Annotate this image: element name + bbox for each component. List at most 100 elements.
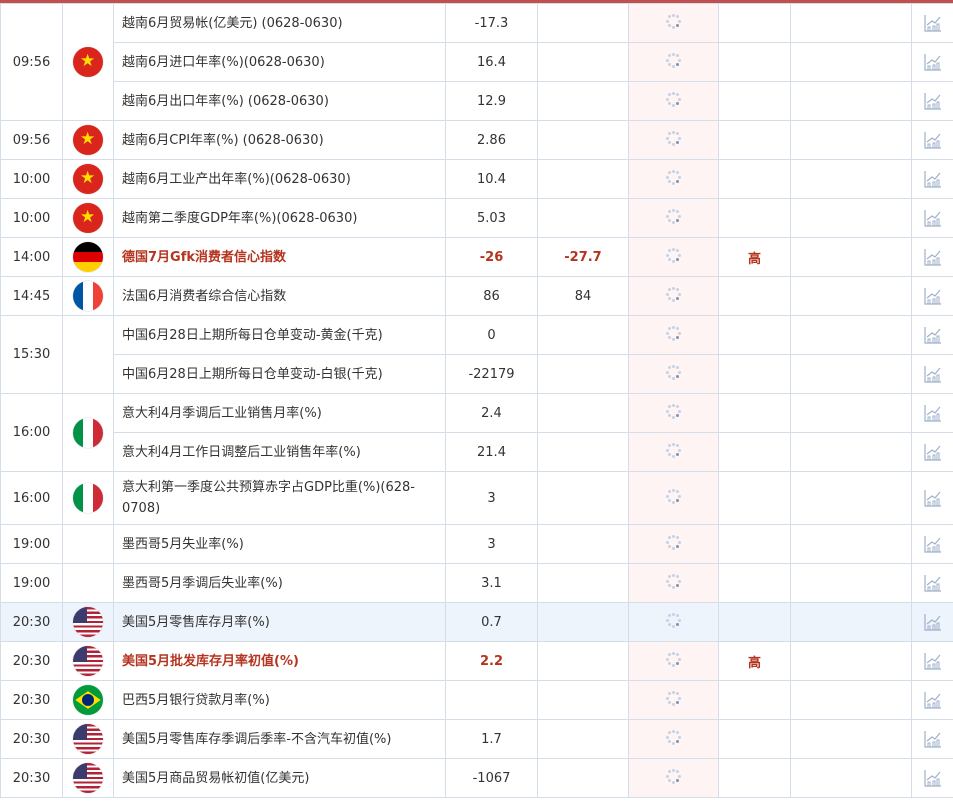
chart-icon[interactable]: [912, 247, 953, 267]
chart-icon[interactable]: [912, 651, 953, 671]
event-name[interactable]: 墨西哥5月季调后失业率(%): [113, 563, 446, 603]
table-row[interactable]: 意大利4月工作日调整后工业销售年率(%) 21.4: [1, 432, 953, 472]
previous-value: 86: [445, 276, 538, 316]
chart-cell[interactable]: [911, 81, 953, 121]
event-name[interactable]: 意大利4月工作日调整后工业销售年率(%): [113, 432, 446, 472]
event-name[interactable]: 越南6月CPI年率(%) (0628-0630): [113, 120, 446, 160]
interpretation-cell: [790, 680, 912, 720]
table-row[interactable]: 10:00 ★ 越南6月工业产出年率(%)(0628-0630) 10.4: [0, 159, 953, 199]
chart-icon[interactable]: [912, 573, 953, 593]
actual-value: [628, 159, 719, 199]
chart-icon[interactable]: [912, 364, 953, 384]
chart-cell[interactable]: [911, 471, 953, 525]
table-row[interactable]: 20:30 美国5月批发库存月率初值(%) 2.2 高: [0, 641, 953, 681]
event-name[interactable]: 中国6月28日上期所每日仓单变动-白银(千克): [113, 354, 446, 394]
interpretation-cell: [790, 42, 912, 82]
chart-icon[interactable]: [912, 729, 953, 749]
chart-cell[interactable]: [911, 198, 953, 238]
chart-icon[interactable]: [912, 130, 953, 150]
time-cell: 20:30: [0, 758, 63, 798]
table-row[interactable]: 19:00 墨西哥5月季调后失业率(%) 3.1: [0, 563, 953, 603]
chart-icon[interactable]: [912, 91, 953, 111]
event-name[interactable]: 越南6月出口年率(%) (0628-0630): [113, 81, 446, 121]
event-name[interactable]: 美国5月零售库存季调后季率-不含汽车初值(%): [113, 719, 446, 759]
chart-icon[interactable]: [912, 403, 953, 423]
event-name[interactable]: 法国6月消费者综合信心指数: [113, 276, 446, 316]
table-row[interactable]: 09:56 ★ 越南6月贸易帐(亿美元) (0628-0630) -17.3: [0, 3, 953, 121]
chart-icon[interactable]: [912, 442, 953, 462]
chart-icon[interactable]: [912, 612, 953, 632]
forecast-value: [537, 198, 629, 238]
loading-spinner-icon: [666, 13, 682, 29]
chart-icon[interactable]: [912, 768, 953, 788]
table-row[interactable]: 20:30 美国5月零售库存季调后季率-不含汽车初值(%) 1.7: [0, 719, 953, 759]
chart-cell[interactable]: [911, 641, 953, 681]
table-row[interactable]: 20:30 美国5月零售库存月率(%) 0.7: [0, 602, 953, 642]
table-row[interactable]: 14:45 法国6月消费者综合信心指数 86 84: [0, 276, 953, 316]
chart-cell[interactable]: [911, 120, 953, 160]
chart-cell[interactable]: [911, 159, 953, 199]
interpretation-cell: [790, 563, 912, 603]
chart-cell[interactable]: [911, 315, 953, 355]
forecast-value: [537, 524, 629, 564]
event-name[interactable]: 美国5月商品贸易帐初值(亿美元): [113, 758, 446, 798]
table-row[interactable]: 09:56 ★ 越南6月CPI年率(%) (0628-0630) 2.86: [0, 120, 953, 160]
chart-cell[interactable]: [911, 3, 953, 43]
chart-icon[interactable]: [912, 534, 953, 554]
event-name[interactable]: 越南6月进口年率(%)(0628-0630): [113, 42, 446, 82]
table-row[interactable]: 19:00 墨西哥5月失业率(%) 3: [0, 524, 953, 564]
event-name[interactable]: 越南6月工业产出年率(%)(0628-0630): [113, 159, 446, 199]
table-row[interactable]: 20:30 巴西5月银行贷款月率(%): [0, 680, 953, 720]
chart-icon[interactable]: [912, 690, 953, 710]
flag-cell: ★: [62, 120, 114, 160]
table-row[interactable]: 中国6月28日上期所每日仓单变动-白银(千克) -22179: [1, 354, 953, 394]
chart-cell[interactable]: [911, 237, 953, 277]
chart-cell[interactable]: [911, 42, 953, 82]
importance: [718, 563, 791, 603]
loading-spinner-icon: [666, 247, 682, 263]
table-row[interactable]: 越南6月进口年率(%)(0628-0630) 16.4: [1, 42, 953, 82]
event-name[interactable]: 越南第二季度GDP年率(%)(0628-0630): [113, 198, 446, 238]
table-row[interactable]: 14:00 德国7月Gfk消费者信心指数 -26 -27.7 高: [0, 237, 953, 277]
interpretation-cell: [790, 120, 912, 160]
importance: [718, 81, 791, 121]
flag-cell: [62, 393, 114, 472]
chart-cell[interactable]: [911, 758, 953, 798]
table-row[interactable]: 20:30 美国5月商品贸易帐初值(亿美元) -1067: [0, 758, 953, 798]
chart-cell[interactable]: [911, 563, 953, 603]
event-name[interactable]: 中国6月28日上期所每日仓单变动-黄金(千克): [113, 315, 446, 355]
chart-cell[interactable]: [911, 276, 953, 316]
calendar-table: 09:56 ★ 越南6月贸易帐(亿美元) (0628-0630) -17.3 越南6月进…: [0, 3, 953, 798]
chart-cell[interactable]: [911, 602, 953, 642]
chart-icon[interactable]: [912, 488, 953, 508]
forecast-value: [537, 354, 629, 394]
chart-cell[interactable]: [911, 354, 953, 394]
chart-icon[interactable]: [912, 325, 953, 345]
previous-value: 3: [445, 524, 538, 564]
table-row[interactable]: 15:30 中国6月28日上期所每日仓单变动-黄金(千克) 0: [0, 315, 953, 394]
chart-icon[interactable]: [912, 286, 953, 306]
event-name[interactable]: 墨西哥5月失业率(%): [113, 524, 446, 564]
table-row[interactable]: 10:00 ★ 越南第二季度GDP年率(%)(0628-0630) 5.03: [0, 198, 953, 238]
chart-cell[interactable]: [911, 432, 953, 472]
chart-icon[interactable]: [912, 52, 953, 72]
event-name[interactable]: 德国7月Gfk消费者信心指数: [113, 237, 446, 277]
loading-spinner-icon: [666, 534, 682, 550]
table-row[interactable]: 16:00 意大利第一季度公共预算赤字占GDP比重(%)(628-0708) 3: [0, 471, 953, 525]
chart-cell[interactable]: [911, 719, 953, 759]
event-name[interactable]: 美国5月零售库存月率(%): [113, 602, 446, 642]
chart-icon[interactable]: [912, 169, 953, 189]
chart-cell[interactable]: [911, 680, 953, 720]
table-row[interactable]: 16:00 意大利4月季调后工业销售月率(%) 2.4: [0, 393, 953, 472]
time-cell: 09:56: [0, 120, 63, 160]
event-name[interactable]: 巴西5月银行贷款月率(%): [113, 680, 446, 720]
event-name[interactable]: 越南6月贸易帐(亿美元) (0628-0630): [113, 3, 446, 43]
event-name[interactable]: 意大利4月季调后工业销售月率(%): [113, 393, 446, 433]
chart-cell[interactable]: [911, 524, 953, 564]
event-name[interactable]: 意大利第一季度公共预算赤字占GDP比重(%)(628-0708): [113, 471, 446, 525]
table-row[interactable]: 越南6月出口年率(%) (0628-0630) 12.9: [1, 81, 953, 121]
chart-cell[interactable]: [911, 393, 953, 433]
chart-icon[interactable]: [912, 13, 953, 33]
event-name[interactable]: 美国5月批发库存月率初值(%): [113, 641, 446, 681]
chart-icon[interactable]: [912, 208, 953, 228]
